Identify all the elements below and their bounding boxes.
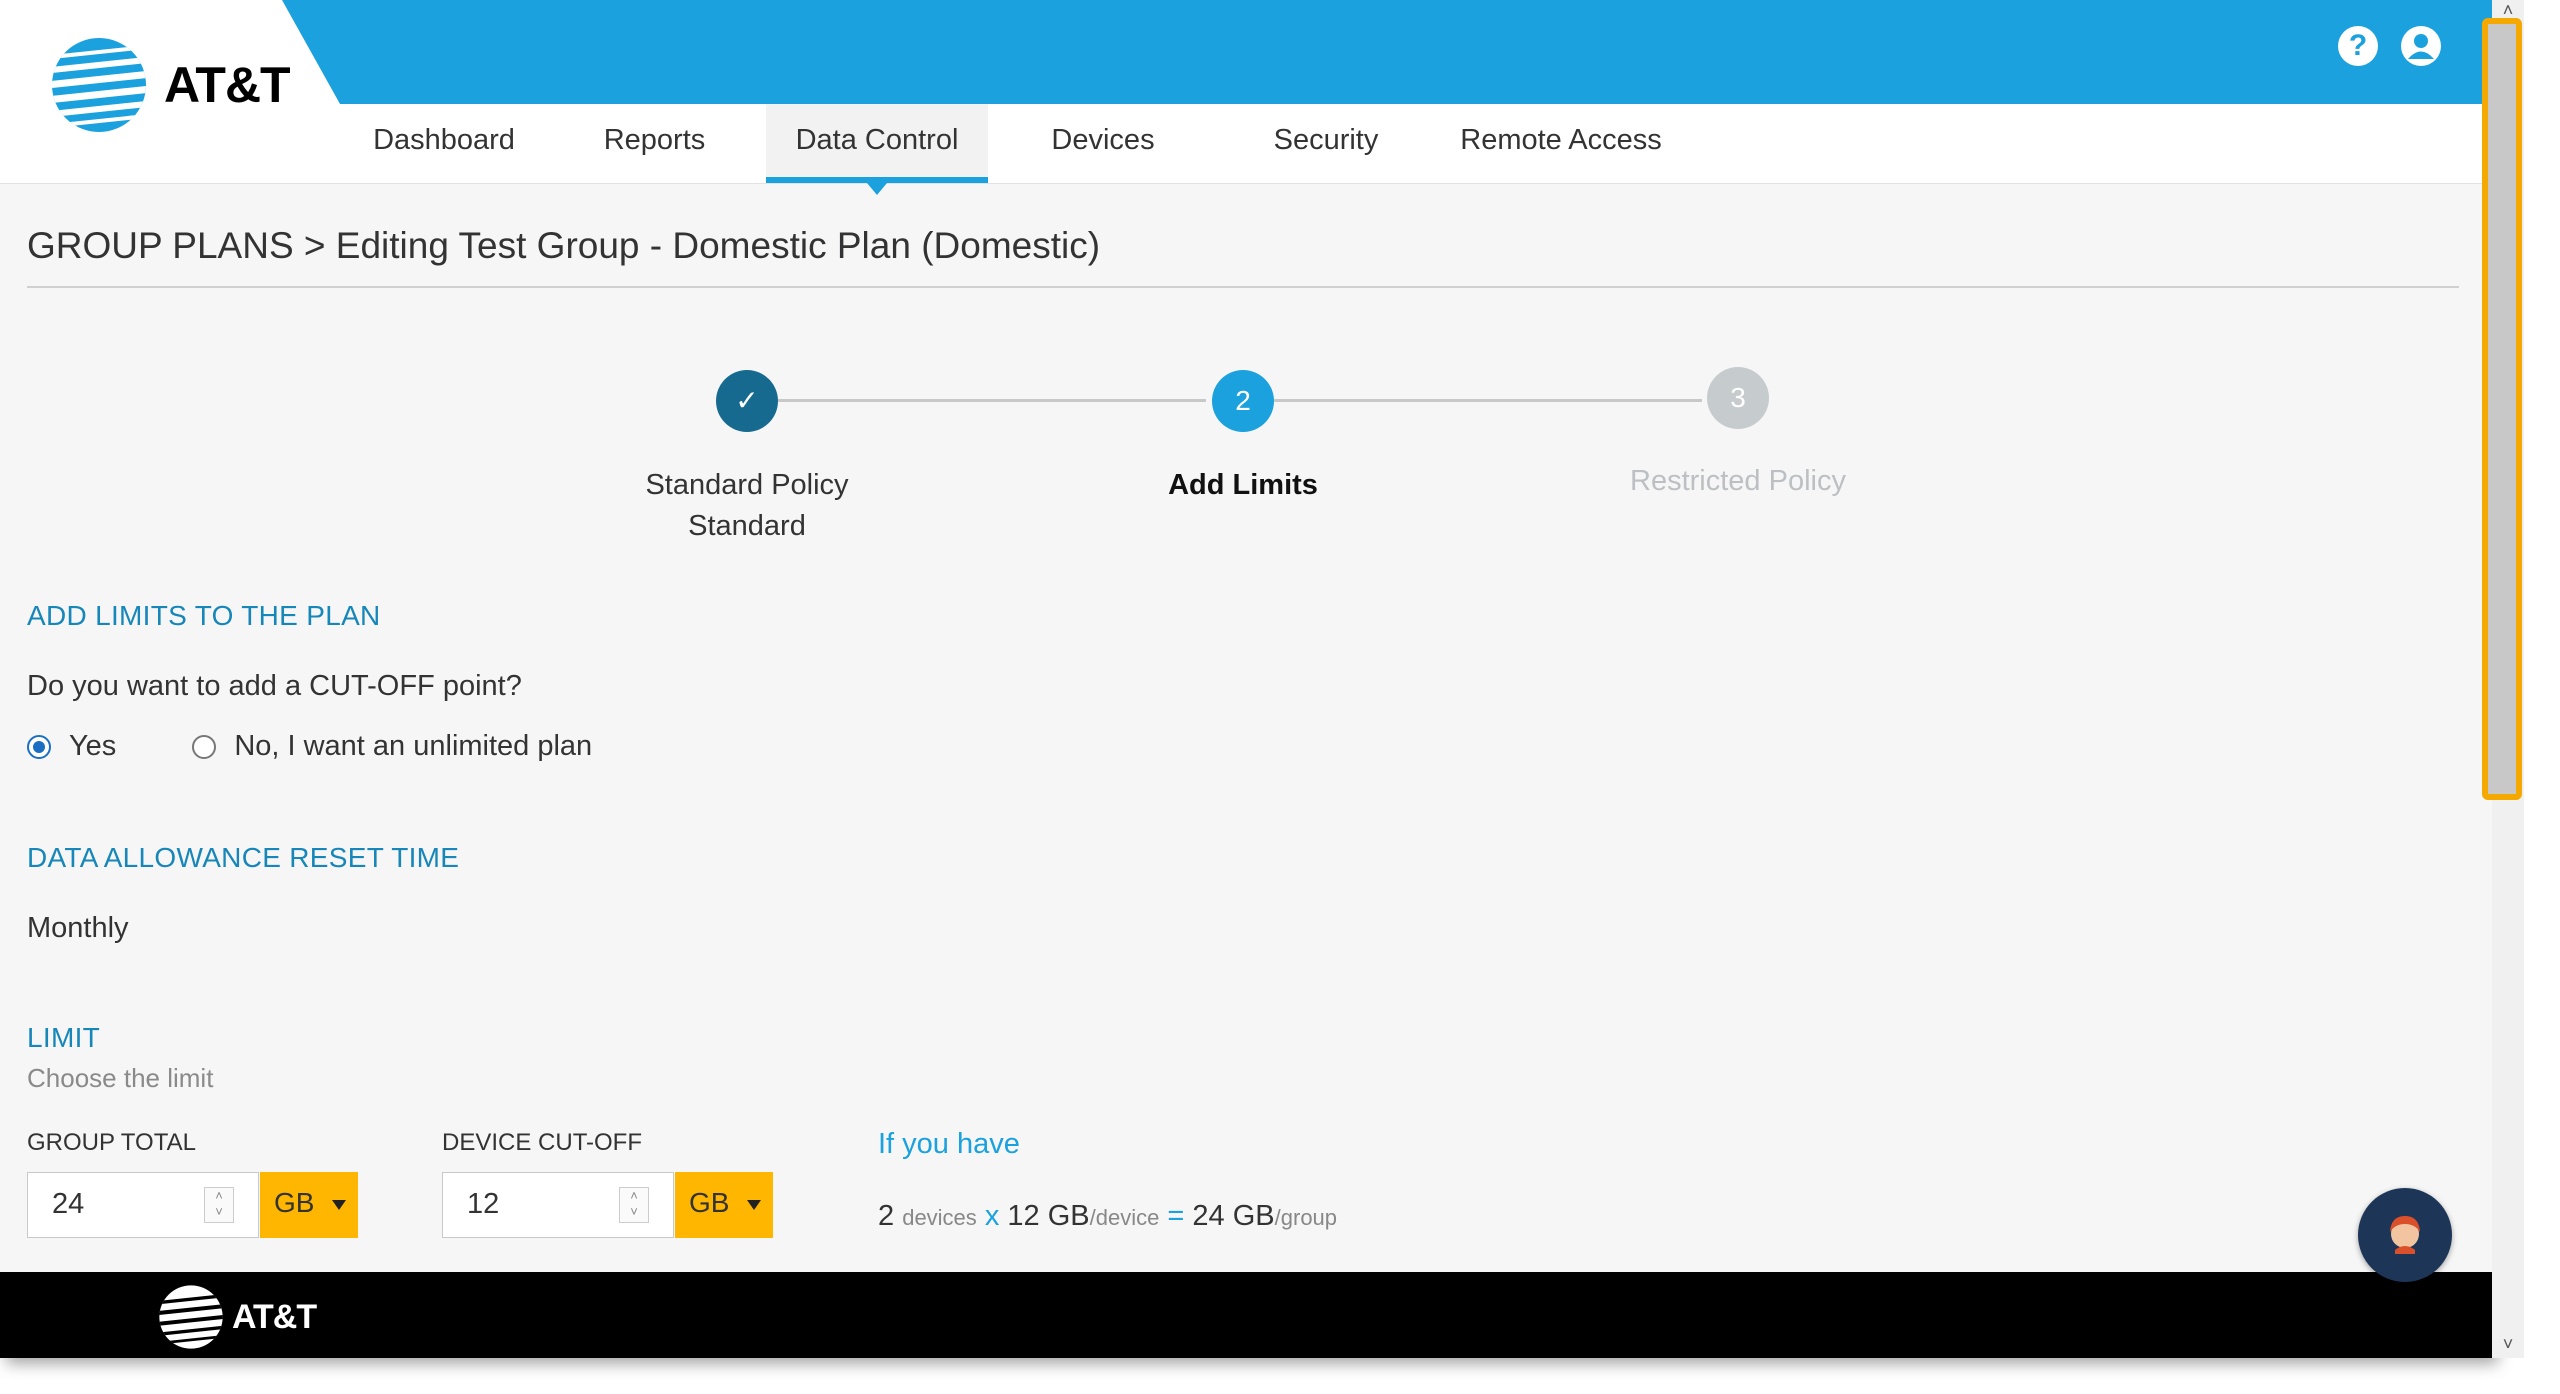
logo-text: AT&T bbox=[164, 57, 291, 113]
step-1-label: Standard Policy bbox=[645, 469, 849, 501]
att-logo[interactable]: AT&T bbox=[50, 36, 291, 134]
step-3-circle: 3 bbox=[1707, 367, 1769, 429]
scrollbar-thumb[interactable] bbox=[2482, 18, 2522, 800]
nav-data-control[interactable]: Data Control bbox=[766, 104, 988, 195]
footer-logo-text: AT&T bbox=[232, 1297, 317, 1336]
radio-yes-label[interactable]: Yes bbox=[69, 730, 116, 763]
step-1-sublabel: Standard bbox=[688, 510, 806, 542]
help-icon[interactable]: ? bbox=[2338, 26, 2378, 66]
radio-yes[interactable] bbox=[27, 734, 51, 759]
footer-logo: AT&T bbox=[158, 1284, 317, 1350]
footer: AT&T bbox=[0, 1272, 2492, 1358]
device-cutoff-unit: GB bbox=[689, 1187, 730, 1218]
device-cutoff-stepper[interactable]: ˄ ˅ bbox=[619, 1187, 649, 1223]
header-bar bbox=[0, 0, 2492, 104]
att-globe-icon bbox=[52, 38, 146, 132]
account-icon[interactable] bbox=[2401, 26, 2441, 66]
app-window: AT&T Dashboard Reports Data Control Devi… bbox=[0, 0, 2492, 1358]
nav-security[interactable]: Security bbox=[1218, 104, 1434, 183]
device-cutoff-input[interactable]: 12 ˄ ˅ bbox=[442, 1172, 674, 1238]
calc-devices-label: devices bbox=[902, 1205, 977, 1230]
calc-devices: 2 bbox=[878, 1200, 895, 1232]
limit-title: LIMIT bbox=[27, 1022, 101, 1053]
group-total-input[interactable]: 24 ˄ ˅ bbox=[27, 1172, 259, 1238]
main-nav: Dashboard Reports Data Control Devices S… bbox=[345, 104, 1688, 195]
calc-summary: 2 devices x 12 GB/device = 24 GB/group bbox=[878, 1200, 1337, 1233]
group-total-label: GROUP TOTAL bbox=[27, 1129, 196, 1156]
calc-equals: = bbox=[1167, 1200, 1185, 1232]
device-cutoff-label: DEVICE CUT-OFF bbox=[442, 1129, 643, 1156]
step-2-circle: 2 bbox=[1212, 370, 1274, 432]
assistant-avatar-icon bbox=[2390, 1216, 2420, 1254]
device-cutoff-value: 12 bbox=[467, 1188, 500, 1220]
att-globe-icon bbox=[159, 1285, 223, 1349]
calc-heading: If you have bbox=[878, 1128, 1020, 1160]
nav-dashboard[interactable]: Dashboard bbox=[345, 104, 543, 183]
group-total-unit: GB bbox=[274, 1187, 315, 1218]
calc-per-device: 12 GB bbox=[1007, 1200, 1090, 1232]
scroll-down-arrow-icon[interactable]: ˅ bbox=[2496, 1334, 2520, 1358]
radio-unlimited-label[interactable]: No, I want an unlimited plan bbox=[234, 730, 592, 763]
group-total-stepper[interactable]: ˄ ˅ bbox=[204, 1187, 234, 1223]
breadcrumb: GROUP PLANS > Editing Test Group - Domes… bbox=[27, 225, 1101, 266]
cutoff-radio-group: Yes No, I want an unlimited plan bbox=[27, 730, 592, 763]
nav-devices[interactable]: Devices bbox=[988, 104, 1218, 183]
chat-assistant-button[interactable] bbox=[2358, 1188, 2452, 1282]
calc-times: x bbox=[984, 1200, 1000, 1232]
caret-down-icon bbox=[332, 1200, 346, 1210]
reset-time-value: Monthly bbox=[27, 912, 129, 944]
add-limits-title: ADD LIMITS TO THE PLAN bbox=[27, 600, 381, 631]
radio-unlimited[interactable] bbox=[192, 734, 217, 759]
step-1-check-icon: ✓ bbox=[716, 370, 778, 432]
group-total-value: 24 bbox=[52, 1188, 85, 1220]
stepper-connector bbox=[1274, 399, 1702, 402]
device-cutoff-unit-select[interactable]: GB bbox=[675, 1172, 773, 1238]
breadcrumb-divider bbox=[27, 286, 2459, 288]
nav-remote-access[interactable]: Remote Access bbox=[1434, 104, 1688, 183]
step-3-label: Restricted Policy bbox=[1630, 465, 1846, 497]
nav-reports[interactable]: Reports bbox=[543, 104, 766, 183]
caret-down-icon bbox=[747, 1200, 761, 1210]
cutoff-question: Do you want to add a CUT-OFF point? bbox=[27, 670, 522, 702]
group-total-unit-select[interactable]: GB bbox=[260, 1172, 358, 1238]
calc-per-device-label: /device bbox=[1089, 1205, 1160, 1230]
calc-total-label: /group bbox=[1274, 1205, 1338, 1230]
limit-subtitle: Choose the limit bbox=[27, 1063, 214, 1093]
stepper-connector bbox=[778, 399, 1206, 402]
calc-total: 24 GB bbox=[1192, 1200, 1275, 1232]
step-2-label: Add Limits bbox=[1168, 469, 1318, 501]
reset-time-title: DATA ALLOWANCE RESET TIME bbox=[27, 842, 460, 873]
